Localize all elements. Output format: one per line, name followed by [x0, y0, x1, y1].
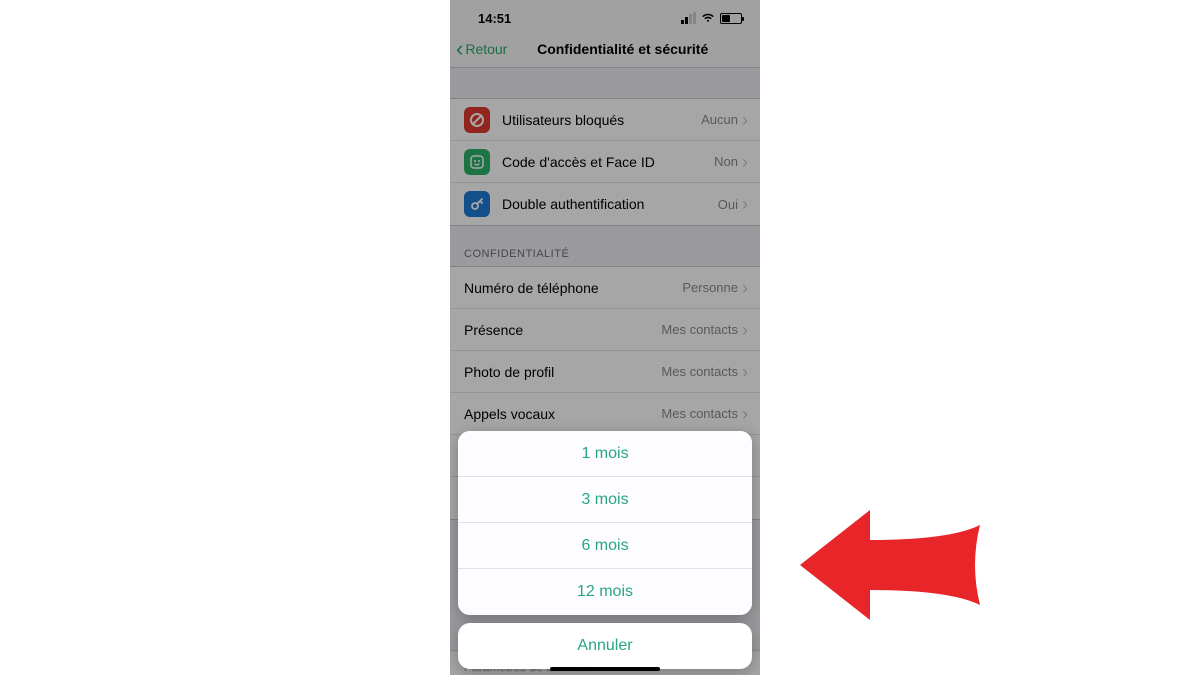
- nav-bar: ‹ Retour Confidentialité et sécurité: [450, 30, 760, 68]
- action-sheet: 1 mois 3 mois 6 mois 12 mois Annuler: [458, 431, 752, 669]
- chevron-right-icon: ›: [742, 363, 748, 381]
- cancel-button[interactable]: Annuler: [458, 623, 752, 669]
- row-voice-calls[interactable]: Appels vocaux Mes contacts ›: [450, 393, 760, 435]
- page-title: Confidentialité et sécurité: [491, 41, 754, 57]
- callout-arrow-icon: [770, 490, 990, 640]
- option-3-months[interactable]: 3 mois: [458, 477, 752, 523]
- option-6-months[interactable]: 6 mois: [458, 523, 752, 569]
- status-icons: [681, 12, 742, 24]
- row-two-factor[interactable]: Double authentification Oui ›: [450, 183, 760, 225]
- privacy-section-header: CONFIDENTIALITÉ: [450, 226, 760, 266]
- chevron-right-icon: ›: [742, 153, 748, 171]
- row-profile-photo[interactable]: Photo de profil Mes contacts ›: [450, 351, 760, 393]
- phone-frame: 14:51 ‹ Retour Confidentialité et sécuri…: [450, 0, 760, 675]
- status-time: 14:51: [478, 11, 511, 26]
- faceid-icon: [464, 149, 490, 175]
- row-presence[interactable]: Présence Mes contacts ›: [450, 309, 760, 351]
- battery-icon: [720, 13, 742, 24]
- sheet-options: 1 mois 3 mois 6 mois 12 mois: [458, 431, 752, 615]
- home-indicator[interactable]: [550, 667, 660, 671]
- blocked-icon: [464, 107, 490, 133]
- cellular-icon: [681, 12, 696, 24]
- chevron-right-icon: ›: [742, 321, 748, 339]
- row-blocked-users[interactable]: Utilisateurs bloqués Aucun ›: [450, 99, 760, 141]
- security-group: Utilisateurs bloqués Aucun › Code d'accè…: [450, 98, 760, 226]
- chevron-right-icon: ›: [742, 195, 748, 213]
- option-1-month[interactable]: 1 mois: [458, 431, 752, 477]
- wifi-icon: [701, 13, 715, 23]
- option-12-months[interactable]: 12 mois: [458, 569, 752, 615]
- key-icon: [464, 191, 490, 217]
- row-passcode-faceid[interactable]: Code d'accès et Face ID Non ›: [450, 141, 760, 183]
- chevron-right-icon: ›: [742, 405, 748, 423]
- row-phone-number[interactable]: Numéro de téléphone Personne ›: [450, 267, 760, 309]
- status-bar: 14:51: [450, 0, 760, 30]
- back-chevron-icon[interactable]: ‹: [456, 38, 463, 60]
- chevron-right-icon: ›: [742, 111, 748, 129]
- chevron-right-icon: ›: [742, 279, 748, 297]
